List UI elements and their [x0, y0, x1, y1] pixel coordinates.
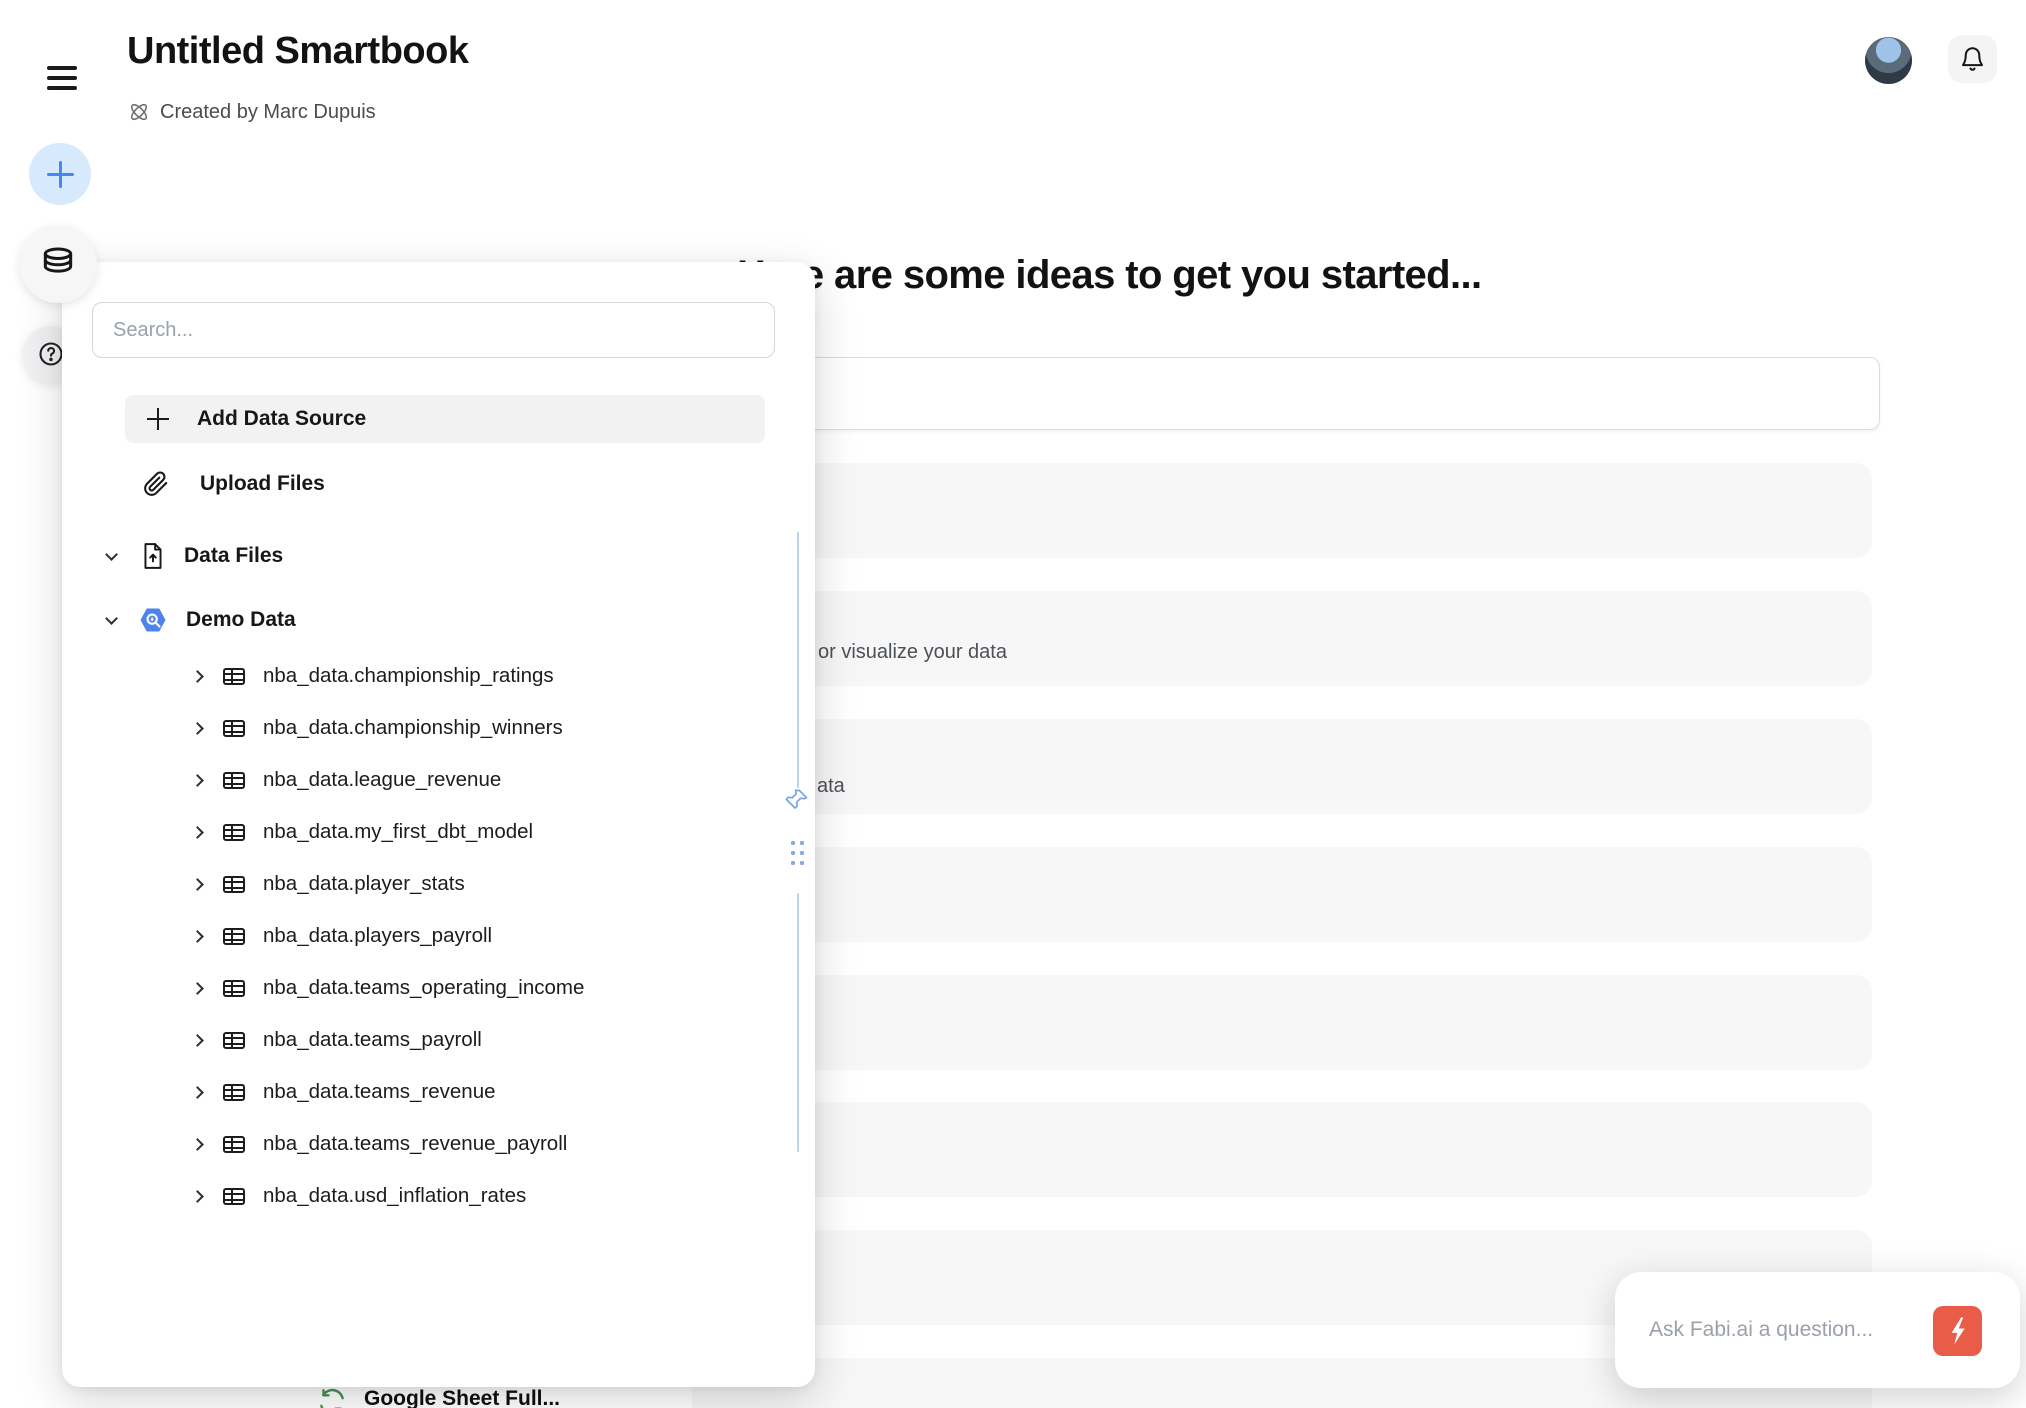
- section-demo-data[interactable]: Demo Data: [107, 598, 296, 642]
- database-icon: [39, 245, 77, 283]
- table-row[interactable]: nba_data.league_revenue: [193, 754, 501, 806]
- google-sheet-source-row[interactable]: Google Sheet Full...: [317, 1387, 560, 1408]
- notifications-button[interactable]: [1948, 35, 1997, 83]
- drag-dots-icon[interactable]: [789, 838, 806, 866]
- table-label: nba_data.championship_winners: [263, 716, 563, 740]
- panel-scroll-track[interactable]: [797, 893, 799, 1152]
- table-row[interactable]: nba_data.teams_payroll: [193, 1014, 482, 1066]
- search-box: [92, 302, 775, 358]
- prompt-input-box[interactable]: [692, 357, 1880, 430]
- table-row[interactable]: nba_data.teams_revenue_payroll: [193, 1118, 567, 1170]
- table-icon: [223, 1032, 245, 1049]
- table-icon: [223, 1084, 245, 1101]
- chevron-down-icon[interactable]: [105, 548, 118, 561]
- bell-icon: [1959, 46, 1986, 73]
- avatar[interactable]: [1865, 37, 1912, 84]
- hexagon-search-icon: [138, 605, 168, 635]
- chevron-right-icon[interactable]: [191, 670, 204, 683]
- table-row[interactable]: nba_data.teams_revenue: [193, 1066, 496, 1118]
- pin-icon[interactable]: [784, 787, 810, 813]
- table-label: nba_data.teams_revenue: [263, 1080, 496, 1104]
- idea-card[interactable]: [692, 463, 1872, 558]
- table-label: nba_data.player_stats: [263, 872, 465, 896]
- chevron-right-icon[interactable]: [191, 1190, 204, 1203]
- table-icon: [223, 1136, 245, 1153]
- ask-fabi-widget: [1615, 1272, 2020, 1388]
- data-sources-button[interactable]: [19, 225, 97, 303]
- lightning-icon: [1943, 1315, 1973, 1347]
- data-source-panel: Add Data Source Upload Files Data Files: [62, 262, 815, 1387]
- table-icon: [223, 1188, 245, 1205]
- table-icon: [223, 720, 245, 737]
- created-by-text: Created by Marc Dupuis: [160, 101, 376, 124]
- chevron-right-icon[interactable]: [191, 1034, 204, 1047]
- chevron-right-icon[interactable]: [191, 878, 204, 891]
- table-label: nba_data.teams_payroll: [263, 1028, 482, 1052]
- table-label: nba_data.usd_inflation_rates: [263, 1184, 526, 1208]
- section-label: Data Files: [184, 544, 283, 568]
- idea-card[interactable]: [692, 591, 1872, 686]
- add-data-source-label: Add Data Source: [197, 407, 366, 431]
- idea-card-text-fragment: ata: [817, 775, 845, 798]
- table-icon: [223, 980, 245, 997]
- table-icon: [223, 876, 245, 893]
- atom-icon: [127, 100, 151, 124]
- plus-icon: [47, 161, 74, 188]
- table-row[interactable]: nba_data.players_payroll: [193, 910, 492, 962]
- chevron-right-icon[interactable]: [191, 774, 204, 787]
- panel-scroll-track[interactable]: [797, 532, 799, 788]
- upload-files-label: Upload Files: [200, 472, 325, 496]
- search-input[interactable]: [92, 302, 775, 358]
- table-row[interactable]: nba_data.usd_inflation_rates: [193, 1170, 526, 1222]
- ask-fabi-input[interactable]: [1647, 1317, 1911, 1343]
- upload-files-button[interactable]: Upload Files: [125, 460, 765, 508]
- idea-card[interactable]: [692, 975, 1872, 1070]
- table-icon: [223, 772, 245, 789]
- plus-icon: [147, 408, 169, 430]
- table-label: nba_data.league_revenue: [263, 768, 501, 792]
- google-sheet-source-label: Google Sheet Full...: [364, 1387, 560, 1408]
- file-upload-icon: [140, 542, 166, 570]
- chevron-right-icon[interactable]: [191, 1086, 204, 1099]
- help-icon: [37, 340, 65, 368]
- ideas-heading: Here are some ideas to get you started..…: [737, 253, 1482, 298]
- table-label: nba_data.my_first_dbt_model: [263, 820, 533, 844]
- paperclip-icon: [143, 471, 169, 497]
- add-cell-button[interactable]: [29, 143, 91, 205]
- table-row[interactable]: nba_data.teams_operating_income: [193, 962, 584, 1014]
- idea-card-text-fragment: or visualize your data: [818, 641, 1007, 664]
- chevron-right-icon[interactable]: [191, 982, 204, 995]
- table-row[interactable]: nba_data.player_stats: [193, 858, 465, 910]
- hamburger-icon[interactable]: [47, 66, 77, 90]
- table-label: nba_data.championship_ratings: [263, 664, 554, 688]
- table-row[interactable]: nba_data.championship_winners: [193, 702, 563, 754]
- table-row[interactable]: nba_data.my_first_dbt_model: [193, 806, 533, 858]
- sync-icon: [317, 1387, 347, 1408]
- idea-card[interactable]: [692, 847, 1872, 942]
- chevron-right-icon[interactable]: [191, 722, 204, 735]
- chevron-right-icon[interactable]: [191, 1138, 204, 1151]
- idea-card[interactable]: [692, 719, 1872, 814]
- page-title: Untitled Smartbook: [127, 30, 468, 73]
- chevron-down-icon[interactable]: [105, 612, 118, 625]
- chevron-right-icon[interactable]: [191, 826, 204, 839]
- created-by-row: Created by Marc Dupuis: [127, 100, 376, 124]
- table-icon: [223, 668, 245, 685]
- ask-send-button[interactable]: [1933, 1306, 1982, 1356]
- app-root: Untitled Smartbook Created by Marc Dupui…: [0, 0, 2026, 1408]
- table-icon: [223, 928, 245, 945]
- chevron-right-icon[interactable]: [191, 930, 204, 943]
- table-label: nba_data.teams_revenue_payroll: [263, 1132, 567, 1156]
- section-label: Demo Data: [186, 608, 296, 632]
- table-label: nba_data.players_payroll: [263, 924, 492, 948]
- add-data-source-button[interactable]: Add Data Source: [125, 395, 765, 443]
- table-label: nba_data.teams_operating_income: [263, 976, 584, 1000]
- table-icon: [223, 824, 245, 841]
- idea-card[interactable]: [692, 1102, 1872, 1197]
- table-row[interactable]: nba_data.championship_ratings: [193, 650, 554, 702]
- section-data-files[interactable]: Data Files: [107, 534, 283, 578]
